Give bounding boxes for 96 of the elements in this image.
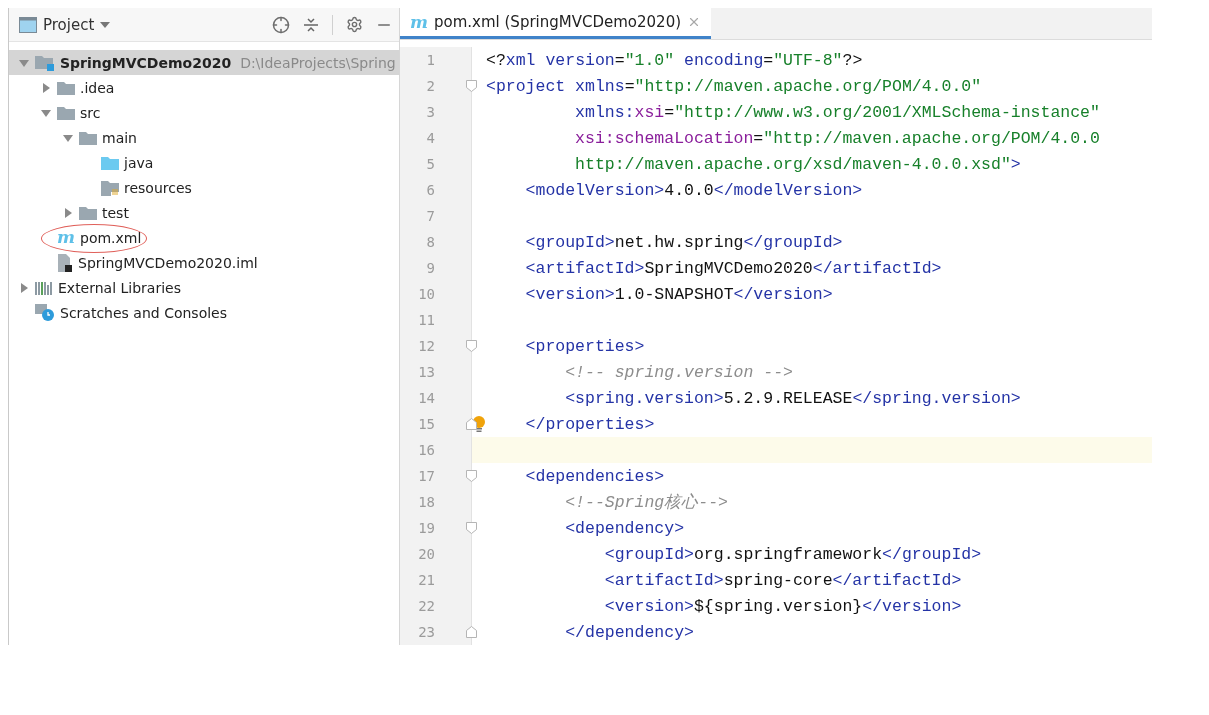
line-number: 17 (418, 468, 435, 484)
code-line: <groupId>net.hw.spring</groupId> (524, 232, 843, 252)
line-number: 20 (418, 546, 435, 562)
line-number: 1 (426, 52, 435, 68)
fold-marker-icon[interactable] (466, 626, 477, 638)
tab-title: pom.xml (SpringMVCDemo2020) (434, 13, 682, 31)
editor-tab[interactable]: m pom.xml (SpringMVCDemo2020) (400, 8, 712, 39)
folder-icon (101, 155, 119, 170)
fold-marker-icon[interactable] (466, 522, 477, 534)
folder-icon (79, 205, 97, 220)
lightbulb-icon[interactable] (473, 415, 485, 433)
tree-row[interactable]: test (9, 200, 399, 225)
tree-item-label: test (102, 204, 129, 221)
tree-item-label: SpringMVCDemo2020.iml (78, 254, 258, 271)
code-line: <groupId>org.springframework</groupId> (603, 544, 982, 564)
line-number: 6 (426, 182, 435, 198)
line-number: 9 (426, 260, 435, 276)
tree-row[interactable]: External Libraries (9, 275, 399, 300)
line-number: 10 (418, 286, 435, 302)
tree-item-label: src (80, 104, 101, 121)
scratches-icon (35, 303, 55, 322)
tree-item-label: .idea (80, 79, 115, 96)
code-line: <spring.version>5.2.9.RELEASE</spring.version> (564, 388, 1021, 408)
line-number: 14 (418, 390, 435, 406)
code-line: <?xml version="1.0" encoding="UTF-8"?> (486, 50, 863, 70)
tree-row[interactable]: java (9, 150, 399, 175)
folder-icon (79, 130, 97, 145)
line-number: 11 (418, 312, 435, 328)
tree-item-label: External Libraries (58, 279, 181, 296)
line-number: 13 (418, 364, 435, 380)
tree-row[interactable]: SpringMVCDemo2020.iml (9, 250, 399, 275)
collapsed-arrow-icon[interactable] (40, 81, 52, 94)
collapsed-arrow-icon[interactable] (18, 281, 30, 294)
code-line: <properties> (524, 336, 645, 356)
line-number: 16 (418, 442, 435, 458)
dropdown-caret-icon[interactable] (100, 21, 111, 28)
code-line: <modelVersion>4.0.0</modelVersion> (524, 180, 863, 200)
line-number: 4 (426, 130, 435, 146)
code-line: </properties> (524, 414, 655, 434)
panel-title[interactable]: Project (43, 15, 95, 34)
tree-item-label: main (102, 129, 137, 146)
code-line: <version>${spring.version}</version> (603, 596, 962, 616)
fold-marker-icon[interactable] (466, 418, 477, 430)
line-number: 19 (418, 520, 435, 536)
tree-item-label: Scratches and Consoles (60, 304, 227, 321)
line-number: 15 (418, 416, 435, 432)
libraries-icon (35, 280, 53, 295)
fold-marker-icon[interactable] (466, 80, 477, 92)
module-folder-icon (35, 54, 55, 71)
code-line: <!--Spring核心--> (564, 492, 728, 513)
resources-folder-icon (101, 179, 119, 196)
locate-icon[interactable] (272, 15, 290, 34)
code-line: <artifactId>SpringMVCDemo2020</artifactId> (524, 258, 942, 278)
tree-row[interactable]: main (9, 125, 399, 150)
code-line: </dependency> (564, 622, 694, 642)
collapsed-arrow-icon[interactable] (62, 206, 74, 219)
tree-item-label: java (124, 154, 154, 171)
tree-row[interactable]: Scratches and Consoles (9, 300, 399, 325)
code-line: http://maven.apache.org/xsd/maven-4.0.0.xsd"> (574, 154, 1021, 174)
fold-marker-icon[interactable] (466, 340, 477, 352)
code-line: xmlns:xsi="http://www.w3.org/2001/XMLSchema-instance" (574, 102, 1100, 122)
line-number: 5 (426, 156, 435, 172)
code-line: xsi:schemaLocation="http://maven.apache.org/POM/4.0.0 (574, 128, 1100, 148)
line-number: 21 (418, 572, 435, 588)
settings-icon[interactable] (345, 15, 363, 34)
line-number: 12 (418, 338, 435, 354)
code-line: <version>1.0-SNAPSHOT</version> (524, 284, 833, 304)
tree-row[interactable]: SpringMVCDemo2020 D:\IdeaProjects\Spring (9, 50, 399, 75)
line-number: 2 (426, 78, 435, 94)
line-number: 18 (418, 494, 435, 510)
window-icon (19, 16, 37, 33)
line-number: 3 (426, 104, 435, 120)
code-line: <dependency> (564, 518, 685, 538)
fold-marker-icon[interactable] (466, 470, 477, 482)
tree-item-label: resources (124, 179, 192, 196)
project-path: D:\IdeaProjects\Spring (240, 54, 396, 71)
tree-item-label: pom.xml (80, 229, 142, 246)
code-line: <dependencies> (524, 466, 665, 486)
tree-row[interactable]: .idea (9, 75, 399, 100)
code-line: <artifactId>spring-core</artifactId> (603, 570, 962, 590)
tree-row[interactable]: src (9, 100, 399, 125)
tree-row[interactable]: m pom.xml (9, 225, 399, 250)
code-line: <project xmlns="http://maven.apache.org/POM/4.0.0" (486, 76, 982, 96)
folder-icon (57, 105, 75, 120)
line-number: 7 (426, 208, 435, 224)
line-number: 22 (418, 598, 435, 614)
line-number: 23 (418, 624, 435, 640)
collapse-all-icon[interactable] (302, 15, 320, 34)
tree-row[interactable]: resources (9, 175, 399, 200)
code-line: <!-- spring.version --> (564, 362, 793, 382)
file-icon (57, 253, 73, 272)
folder-icon (57, 80, 75, 95)
maven-icon: m (57, 229, 75, 246)
line-number: 8 (426, 234, 435, 250)
tree-item-label: SpringMVCDemo2020 (60, 54, 232, 71)
maven-icon: m (410, 13, 428, 31)
